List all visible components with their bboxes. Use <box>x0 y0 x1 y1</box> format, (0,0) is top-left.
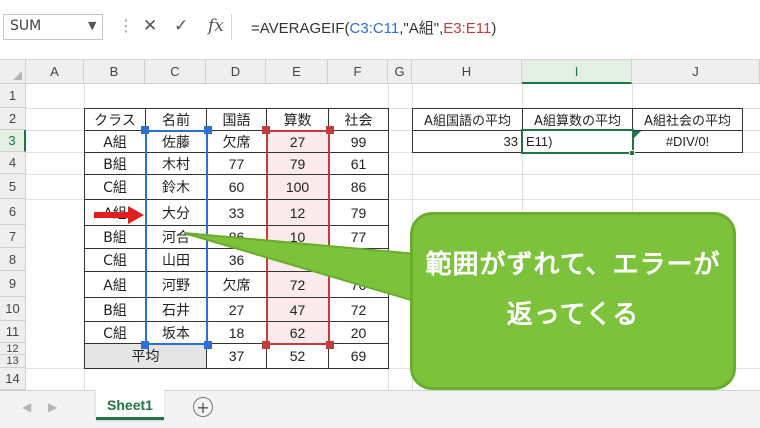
scroll-right-icon[interactable]: ▶ <box>48 400 57 414</box>
row-header-2[interactable]: 2 <box>0 108 26 130</box>
formula-part: ) <box>491 20 497 37</box>
row-header-5[interactable]: 5 <box>0 174 26 199</box>
range-handle[interactable] <box>326 341 334 349</box>
callout-line-2: 返ってくる <box>506 300 640 330</box>
summary-value-japanese[interactable]: 33 <box>413 131 523 153</box>
callout-pointer <box>183 232 429 307</box>
col-header-f[interactable]: F <box>328 60 388 84</box>
range-handle[interactable] <box>326 126 334 134</box>
col-header-c[interactable]: C <box>145 60 206 84</box>
table-cell[interactable]: 33 <box>207 200 267 226</box>
range-handle[interactable] <box>204 341 212 349</box>
range-handle[interactable] <box>262 126 270 134</box>
formula-input[interactable]: =AVERAGEIF(C3:C11,"A組",E3:E11) <box>237 14 757 40</box>
callout-line-1: 範囲がずれて、エラーが <box>425 250 721 280</box>
header-social[interactable]: 社会 <box>329 109 389 131</box>
table-cell[interactable]: 18 <box>207 322 267 344</box>
table-cell[interactable]: A組 <box>85 131 146 153</box>
table-cell[interactable]: 86 <box>329 175 389 200</box>
header-class[interactable]: クラス <box>85 109 146 131</box>
row-header-6[interactable]: 6 <box>0 199 26 225</box>
table-cell[interactable]: 欠席 <box>207 131 267 153</box>
row-header-1[interactable]: 1 <box>0 84 26 108</box>
table-cell[interactable]: B組 <box>85 153 146 175</box>
row-header-13[interactable]: 13 <box>0 355 26 368</box>
chevron-down-icon[interactable]: ▼ <box>88 19 96 32</box>
range-handle[interactable] <box>262 341 270 349</box>
range-handle[interactable] <box>204 126 212 134</box>
table-cell[interactable]: 61 <box>329 153 389 175</box>
table-cell[interactable]: 20 <box>329 322 389 344</box>
row-header-14[interactable]: 14 <box>0 368 26 390</box>
enter-icon[interactable]: ✓ <box>174 16 188 36</box>
table-cell[interactable]: 99 <box>329 131 389 153</box>
table-cell[interactable]: 60 <box>207 175 267 200</box>
cancel-icon[interactable]: ✕ <box>143 16 157 36</box>
callout-text: 範囲がずれて、エラーが 返ってくる <box>410 240 736 340</box>
average-math[interactable]: 52 <box>267 344 329 369</box>
col-header-d[interactable]: D <box>206 60 266 84</box>
col-header-e[interactable]: E <box>266 60 328 84</box>
scroll-left-icon[interactable]: ◀ <box>22 400 31 414</box>
sheet-tab-sheet1[interactable]: Sheet1 <box>96 390 164 420</box>
table-cell[interactable]: C組 <box>85 322 146 344</box>
table-cell[interactable]: B組 <box>85 298 146 322</box>
header-name[interactable]: 名前 <box>146 109 207 131</box>
average-japanese[interactable]: 37 <box>207 344 267 369</box>
average-social[interactable]: 69 <box>329 344 389 369</box>
range-handle[interactable] <box>141 341 149 349</box>
add-sheet-icon[interactable]: + <box>193 397 213 417</box>
formula-part: =AVERAGEIF( <box>251 20 350 37</box>
row-header-10[interactable]: 10 <box>0 297 26 321</box>
red-arrow-icon <box>94 206 144 224</box>
active-cell-outline <box>521 129 634 154</box>
summary-value-social[interactable]: #DIV/0! <box>633 131 743 153</box>
summary-header-math[interactable]: A組算数の平均 <box>523 109 633 131</box>
fill-handle[interactable] <box>629 150 635 156</box>
formula-part: ,"A組", <box>399 20 444 37</box>
header-math[interactable]: 算数 <box>267 109 329 131</box>
row-header-7[interactable]: 7 <box>0 225 26 248</box>
col-header-h[interactable]: H <box>412 60 522 84</box>
table-cell[interactable]: 79 <box>329 200 389 226</box>
col-header-i[interactable]: I <box>522 60 632 84</box>
error-indicator-icon[interactable] <box>634 131 641 138</box>
row-header-9[interactable]: 9 <box>0 271 26 297</box>
header-japanese[interactable]: 国語 <box>207 109 267 131</box>
table-cell[interactable]: A組 <box>85 272 146 298</box>
formula-ref-e3-e11: E3:E11 <box>443 20 492 37</box>
row-header-8[interactable]: 8 <box>0 248 26 271</box>
table-cell[interactable]: C組 <box>85 175 146 200</box>
table-cell[interactable]: 77 <box>207 153 267 175</box>
col-header-b[interactable]: B <box>84 60 145 84</box>
insert-function-icon[interactable]: fx <box>208 16 224 36</box>
col-header-j[interactable]: J <box>632 60 760 84</box>
formula-ref-c3-c11: C3:C11 <box>349 20 400 37</box>
table-cell[interactable]: B組 <box>85 226 146 249</box>
table-cell[interactable]: C組 <box>85 249 146 272</box>
range-handle[interactable] <box>141 126 149 134</box>
row-header-4[interactable]: 4 <box>0 152 26 174</box>
summary-header-japanese[interactable]: A組国語の平均 <box>413 109 523 131</box>
col-header-a[interactable]: A <box>26 60 84 84</box>
col-header-g[interactable]: G <box>388 60 412 84</box>
summary-header-social[interactable]: A組社会の平均 <box>633 109 743 131</box>
select-all-corner[interactable] <box>0 60 26 84</box>
row-header-12[interactable]: 12 <box>0 343 26 355</box>
row-header-11[interactable]: 11 <box>0 321 26 343</box>
row-header-3[interactable]: 3 <box>0 130 26 152</box>
